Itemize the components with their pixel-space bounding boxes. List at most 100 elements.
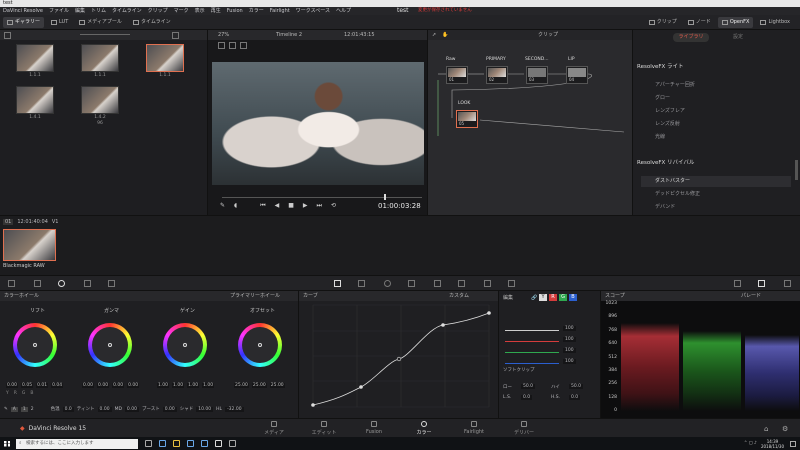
keyframes-icon[interactable]	[734, 280, 741, 287]
temp-value[interactable]: 0.0	[62, 406, 74, 412]
info-icon[interactable]	[784, 280, 791, 287]
channel-r-button[interactable]: R	[549, 294, 557, 301]
window-icon[interactable]	[384, 280, 391, 287]
viewer-split-icon[interactable]	[229, 42, 236, 49]
value-y[interactable]: 0.00	[82, 383, 95, 388]
shadow-value[interactable]: 10.00	[196, 406, 214, 412]
value-r[interactable]: 0.05	[21, 383, 34, 388]
node-look[interactable]: 05	[456, 110, 478, 128]
timeline-button[interactable]: タイムライン	[129, 17, 175, 28]
task-view-icon[interactable]	[145, 440, 152, 447]
zoom-level[interactable]: 27%	[218, 30, 229, 40]
app-task-icon[interactable]	[229, 440, 236, 447]
clips-button[interactable]: クリップ	[645, 17, 681, 28]
b-intensity-slider[interactable]	[505, 363, 559, 364]
node-secondary[interactable]: 03	[526, 66, 548, 84]
viewer-wipe-icon[interactable]	[240, 42, 247, 49]
menu-mark[interactable]: マーク	[171, 7, 192, 15]
qualifier-icon[interactable]	[358, 280, 365, 287]
menu-playback[interactable]: 再生	[208, 7, 224, 15]
link-icon[interactable]: 🔗	[531, 293, 537, 303]
auto-button[interactable]: A	[10, 406, 18, 412]
md-value[interactable]: 0.00	[124, 406, 139, 412]
menu-timeline[interactable]: タイムライン	[109, 7, 145, 15]
g-intensity-value[interactable]: 100	[563, 348, 576, 353]
taskbar-search[interactable]: ⌕ 検索するには、ここに入力します	[16, 438, 138, 449]
page-1-button[interactable]: 1	[20, 406, 28, 412]
page-fairlight[interactable]: Fairlight	[454, 421, 494, 435]
color-match-icon[interactable]	[34, 280, 41, 287]
picker-icon[interactable]: ✎	[220, 202, 225, 210]
gallery-button[interactable]: ギャラリー	[3, 16, 45, 28]
menu-edit[interactable]: 編集	[72, 7, 88, 15]
3d-icon[interactable]	[508, 280, 515, 287]
curve-graph[interactable]	[299, 301, 499, 418]
r-intensity-value[interactable]: 100	[563, 337, 576, 342]
tracker-icon[interactable]	[408, 280, 415, 287]
openfx-button[interactable]: OpenFX	[717, 16, 754, 28]
menu-trim[interactable]: トリム	[88, 7, 109, 15]
mail-icon[interactable]	[201, 440, 208, 447]
fx-item[interactable]: アパーチャー回折	[641, 80, 791, 91]
menu-fusion[interactable]: Fusion	[224, 7, 246, 15]
value-y[interactable]: 0.00	[6, 383, 19, 388]
menu-davinci[interactable]: DaVinci Resolve	[0, 7, 46, 15]
loop-icon[interactable]: ⟲	[331, 202, 336, 210]
gallery-still[interactable]	[16, 44, 54, 72]
page-deliver[interactable]: デリバー	[504, 421, 544, 436]
page-2-button[interactable]: 2	[31, 407, 34, 412]
node-lip[interactable]: 04	[566, 66, 588, 84]
playhead[interactable]	[384, 194, 386, 200]
y-intensity-value[interactable]: 100	[563, 326, 576, 331]
gamma-wheel[interactable]	[88, 323, 132, 367]
fx-item[interactable]: レンズフレア	[641, 106, 791, 117]
lift-wheel[interactable]	[13, 323, 57, 367]
fx-tab-library[interactable]: ライブラリ	[673, 33, 709, 42]
wheel-handle[interactable]	[183, 343, 187, 347]
value-g[interactable]: 0.01	[36, 383, 49, 388]
value-b[interactable]: 0.00	[127, 383, 140, 388]
hs-value[interactable]: 0.0	[569, 395, 581, 400]
menu-workspace[interactable]: ワークスペース	[293, 7, 333, 15]
gain-wheel[interactable]	[163, 323, 207, 367]
wheel-handle[interactable]	[108, 343, 112, 347]
y-intensity-slider[interactable]	[505, 330, 559, 331]
channel-y-button[interactable]: Y	[539, 294, 547, 301]
gallery-zoom-slider[interactable]	[80, 34, 130, 35]
edge-icon[interactable]	[159, 440, 166, 447]
gallery-view-icon[interactable]	[4, 32, 11, 39]
nodes-button[interactable]: ノード	[684, 17, 715, 28]
menu-file[interactable]: ファイル	[46, 7, 72, 15]
last-frame-icon[interactable]: ⏭	[317, 202, 322, 210]
lut-button[interactable]: LUT	[47, 17, 72, 28]
curves-icon[interactable]	[334, 280, 341, 287]
value-g[interactable]: 25.00	[251, 383, 267, 388]
fx-item[interactable]: デバンド	[641, 202, 791, 213]
play-icon[interactable]: ▶	[303, 202, 308, 210]
timeline-selector[interactable]: Timeline 2	[276, 30, 302, 40]
davinci-task-icon[interactable]	[215, 440, 222, 447]
explorer-icon[interactable]	[173, 440, 180, 447]
offset-wheel[interactable]	[238, 323, 282, 367]
search-icon[interactable]	[172, 32, 179, 39]
hand-icon[interactable]: ✋	[442, 30, 448, 40]
page-media[interactable]: メディア	[254, 421, 294, 436]
highlight-value[interactable]: -32.00	[225, 406, 244, 412]
fx-item[interactable]: グロー	[641, 93, 791, 104]
ls-value[interactable]: 0.0	[521, 395, 533, 400]
scope-icon[interactable]	[758, 280, 765, 287]
value-b[interactable]: 1.00	[202, 383, 215, 388]
rgb-mixer-icon[interactable]	[84, 280, 91, 287]
value-b[interactable]: 25.00	[269, 383, 285, 388]
gallery-still-selected[interactable]	[146, 44, 184, 72]
node-raw[interactable]: 01	[446, 66, 468, 84]
color-wheels-icon[interactable]	[58, 280, 65, 287]
page-color[interactable]: カラー	[404, 421, 444, 439]
value-r[interactable]: 25.00	[234, 383, 249, 388]
value-g[interactable]: 1.00	[187, 383, 200, 388]
menu-color[interactable]: カラー	[246, 7, 267, 15]
boost-value[interactable]: 0.00	[162, 406, 177, 412]
tray-icons[interactable]: ⌃ ◻ ♪	[744, 441, 757, 446]
camera-raw-icon[interactable]	[8, 280, 15, 287]
page-edit[interactable]: エディット	[304, 421, 344, 436]
